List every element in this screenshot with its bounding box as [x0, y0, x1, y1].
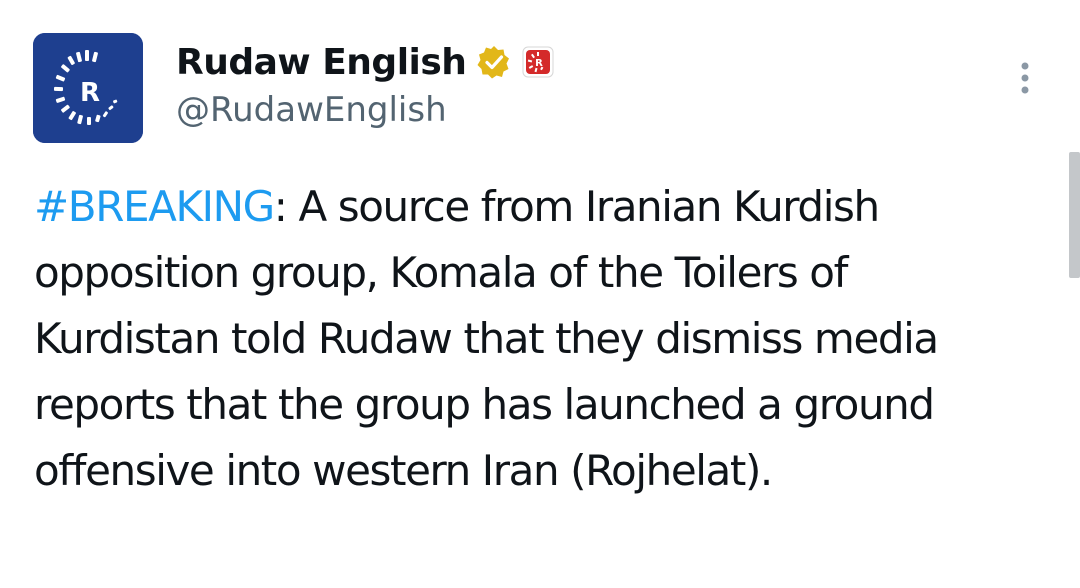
author-name-row: Rudaw English R [176, 38, 554, 86]
tweet-card[interactable]: R Rudaw English R @RudawEnglish #BREAKIN… [0, 0, 1080, 588]
avatar-letter: R [80, 78, 100, 108]
author-handle[interactable]: @RudawEnglish [176, 90, 447, 130]
scrollbar-thumb[interactable] [1069, 152, 1080, 278]
rudaw-logo-icon: R [33, 33, 143, 143]
tweet-text: #BREAKING: A source from Iranian Kurdish… [34, 174, 1034, 504]
avatar[interactable]: R [33, 33, 143, 143]
svg-text:R: R [536, 58, 544, 69]
display-name[interactable]: Rudaw English [176, 42, 467, 83]
rudaw-affiliate-logo-icon[interactable]: R [522, 46, 554, 78]
verified-gold-check-icon[interactable] [476, 44, 512, 80]
more-vertical-icon[interactable] [1010, 58, 1040, 98]
hashtag-link[interactable]: #BREAKING [34, 182, 275, 231]
